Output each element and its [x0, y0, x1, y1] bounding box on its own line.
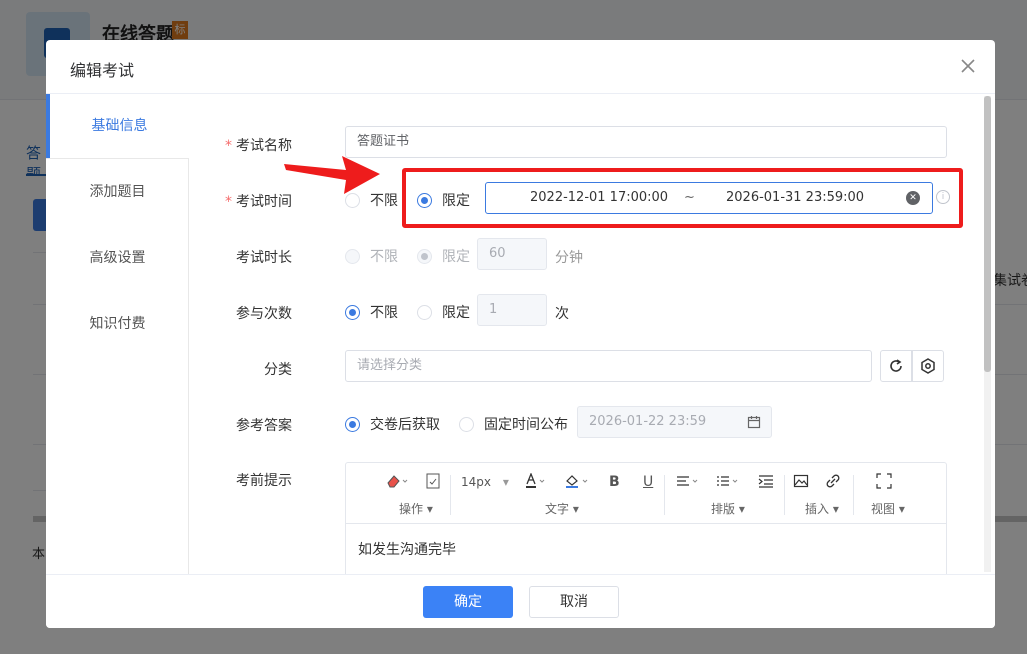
- settings-button[interactable]: [912, 350, 944, 382]
- attempts-limited-radio[interactable]: 限定: [417, 302, 470, 322]
- list-icon[interactable]: [716, 473, 742, 492]
- sidebar-item-add-questions[interactable]: 添加题目: [46, 160, 189, 224]
- rich-text-editor[interactable]: 操作 ▾ 14px ▾ B U 文字 ▾ 排版 ▾ 插入 ▾ 视图 ▾ 如发生沟…: [345, 462, 947, 582]
- underline-icon[interactable]: U: [643, 474, 653, 490]
- answer-date-picker: 2026-01-22 23:59: [577, 406, 772, 438]
- exam-time-label: * 考试时间: [202, 191, 292, 211]
- radio-label: 交卷后获取: [370, 417, 440, 433]
- align-icon[interactable]: [676, 473, 702, 492]
- toolbar-group-view[interactable]: 视图 ▾: [871, 500, 905, 517]
- clear-icon[interactable]: ✕: [906, 191, 920, 205]
- answer-fixed-time-radio[interactable]: 固定时间公布: [459, 414, 568, 434]
- radio-label: 不限: [370, 249, 398, 265]
- toolbar-divider: [664, 475, 665, 515]
- required-mark: *: [225, 194, 232, 210]
- toolbar-group-layout[interactable]: 排版 ▾: [711, 500, 745, 517]
- radio-label: 限定: [442, 305, 470, 321]
- edit-exam-dialog: 编辑考试 基础信息 添加题目 高级设置 知识付费 * 考试名称 答题证书 * 考试时…: [46, 40, 995, 628]
- refresh-icon: [890, 359, 902, 372]
- indent-icon[interactable]: [758, 473, 774, 492]
- toolbar-divider: [853, 475, 854, 515]
- range-start-input[interactable]: 2022-12-01 17:00:00: [530, 190, 668, 205]
- refresh-button[interactable]: [880, 350, 912, 382]
- exam-name-input[interactable]: 答题证书: [345, 126, 947, 158]
- toolbar-group-label: 插入: [805, 502, 830, 516]
- editor-content[interactable]: 如发生沟通完毕: [358, 539, 456, 559]
- font-size-value: 14px: [461, 475, 491, 489]
- dialog-title: 编辑考试: [70, 61, 135, 80]
- toolbar-group-operations[interactable]: 操作 ▾: [399, 500, 433, 517]
- answer-date-value: 2026-01-22 23:59: [589, 414, 707, 429]
- font-color-icon[interactable]: [524, 472, 546, 492]
- answer-after-submit-radio[interactable]: 交卷后获取: [345, 414, 440, 434]
- calendar-icon: [747, 416, 761, 429]
- range-separator: ~: [684, 190, 695, 205]
- sidebar-item-paid-knowledge[interactable]: 知识付费: [46, 292, 189, 356]
- image-icon[interactable]: [793, 473, 809, 492]
- category-select[interactable]: 请选择分类: [345, 350, 872, 382]
- attempts-unlimited-radio[interactable]: 不限: [345, 302, 398, 322]
- attempts-input: 1: [477, 294, 547, 326]
- close-icon[interactable]: [958, 56, 978, 76]
- exam-time-label-text: 考试时间: [236, 194, 292, 210]
- toolbar-group-insert[interactable]: 插入 ▾: [805, 500, 839, 517]
- dialog-footer: 确定 取消: [46, 574, 995, 628]
- duration-input: 60: [477, 238, 547, 270]
- editor-toolbar: 操作 ▾ 14px ▾ B U 文字 ▾ 排版 ▾ 插入 ▾ 视图 ▾: [346, 463, 946, 524]
- toolbar-group-label: 排版: [711, 502, 736, 516]
- radio-label: 不限: [370, 305, 398, 321]
- format-icon[interactable]: [426, 473, 440, 492]
- link-icon[interactable]: [824, 473, 842, 492]
- dialog-header: 编辑考试: [46, 40, 995, 94]
- attempts-unit: 次: [555, 306, 569, 322]
- info-icon[interactable]: i: [936, 190, 950, 204]
- category-label: 分类: [264, 362, 292, 378]
- font-size-select[interactable]: 14px ▾: [461, 475, 509, 489]
- exam-time-range-picker[interactable]: 2022-12-01 17:00:00 ~ 2026-01-31 23:59:0…: [485, 182, 933, 214]
- toolbar-group-label: 操作: [399, 502, 424, 516]
- attempts-label: 参与次数: [236, 306, 292, 322]
- highlight-color-icon[interactable]: [564, 473, 590, 492]
- radio-label: 限定: [442, 249, 470, 265]
- confirm-button[interactable]: 确定: [423, 586, 513, 618]
- required-mark: *: [225, 138, 232, 154]
- exam-name-label-text: 考试名称: [236, 138, 292, 154]
- bold-icon[interactable]: B: [609, 474, 620, 490]
- radio-label: 不限: [370, 193, 398, 209]
- exam-time-unlimited-radio[interactable]: 不限: [345, 190, 398, 210]
- duration-unit: 分钟: [555, 250, 583, 266]
- toolbar-group-label: 视图: [871, 502, 896, 516]
- tips-label: 考前提示: [236, 473, 292, 489]
- exam-duration-label: 考试时长: [236, 250, 292, 266]
- toolbar-divider: [784, 475, 785, 515]
- toolbar-divider: [450, 475, 451, 515]
- range-end-input[interactable]: 2026-01-31 23:59:00: [726, 190, 864, 205]
- cancel-button[interactable]: 取消: [529, 586, 619, 618]
- answer-label: 参考答案: [236, 418, 292, 434]
- scrollbar-thumb[interactable]: [984, 96, 991, 372]
- exam-time-limited-radio[interactable]: 限定: [417, 190, 470, 210]
- dialog-sidebar: 基础信息 添加题目 高级设置 知识付费: [46, 94, 189, 574]
- toolbar-group-label: 文字: [545, 502, 570, 516]
- sidebar-item-basic-info[interactable]: 基础信息: [46, 94, 189, 158]
- radio-label: 限定: [442, 193, 470, 209]
- duration-limited-radio: 限定: [417, 246, 470, 266]
- eraser-icon[interactable]: [386, 473, 408, 492]
- radio-label: 固定时间公布: [484, 417, 568, 433]
- exam-name-label: * 考试名称: [202, 135, 292, 155]
- toolbar-group-text[interactable]: 文字 ▾: [545, 500, 579, 517]
- sidebar-divider: [46, 158, 189, 159]
- duration-unlimited-radio: 不限: [345, 246, 398, 266]
- fullscreen-icon[interactable]: [876, 473, 892, 492]
- sidebar-item-advanced-settings[interactable]: 高级设置: [46, 226, 189, 290]
- vertical-scrollbar[interactable]: [984, 96, 991, 572]
- settings-icon: [921, 358, 935, 374]
